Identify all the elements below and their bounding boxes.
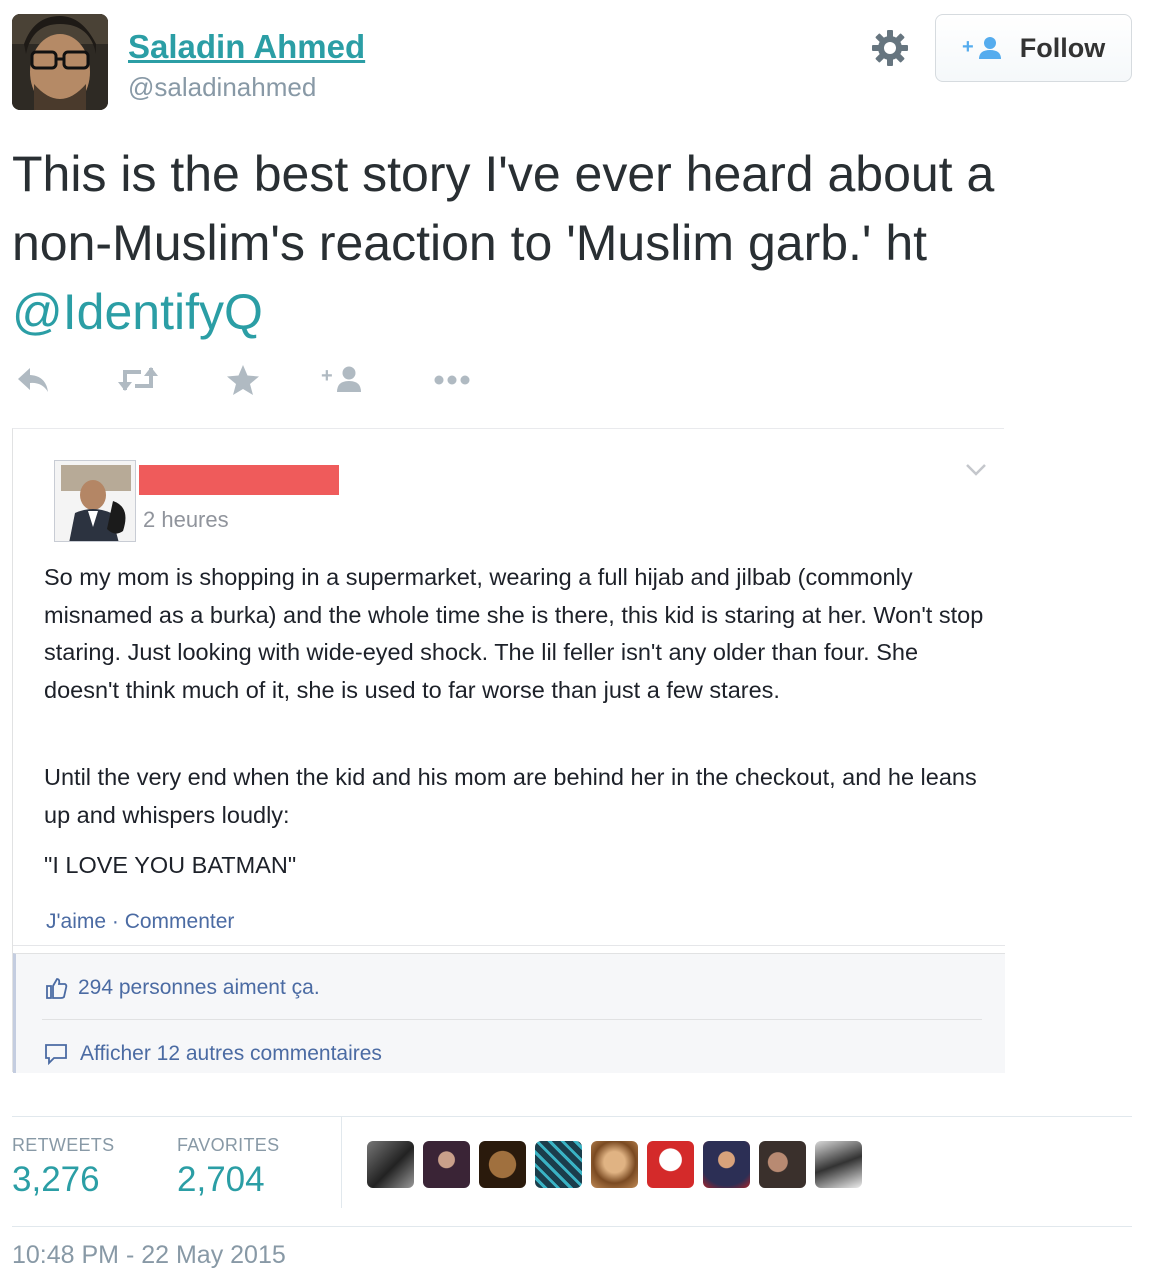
- avatar[interactable]: [591, 1141, 638, 1188]
- post-actions[interactable]: J'aime · Commenter: [46, 910, 234, 934]
- user-avatar[interactable]: [12, 14, 108, 110]
- avatar[interactable]: [647, 1141, 694, 1188]
- user-handle: @saladinahmed: [128, 72, 317, 102]
- follow-icon[interactable]: +: [321, 364, 365, 398]
- favorite-icon[interactable]: [226, 364, 260, 398]
- avatar[interactable]: [703, 1141, 750, 1188]
- more-comments-row[interactable]: Afficher 12 autres commentaires: [44, 1042, 382, 1066]
- divider: [12, 1226, 1132, 1227]
- favorited-by-avatars: [367, 1141, 862, 1188]
- tweet-text-line1: This is the best story I've ever heard a…: [12, 146, 995, 202]
- svg-text:+: +: [321, 365, 333, 387]
- post-paragraph-2: Until the very end when the kid and his …: [44, 764, 977, 828]
- chevron-down-icon[interactable]: [965, 463, 987, 477]
- avatar[interactable]: [535, 1141, 582, 1188]
- retweets-count[interactable]: 3,276: [12, 1160, 100, 1200]
- redacted-name: [139, 465, 339, 495]
- follow-icon: +: [962, 36, 1001, 59]
- embedded-image[interactable]: 2 heures So my mom is shopping in a supe…: [12, 428, 1005, 1073]
- svg-text:+: +: [962, 36, 974, 58]
- avatar[interactable]: [815, 1141, 862, 1188]
- post-time: 2 heures: [143, 507, 229, 532]
- post-footer: 294 personnes aiment ça. Afficher 12 aut…: [13, 953, 1005, 1073]
- retweets-label: RETWEETS: [12, 1135, 115, 1155]
- avatar[interactable]: [759, 1141, 806, 1188]
- avatar[interactable]: [423, 1141, 470, 1188]
- avatar[interactable]: [367, 1141, 414, 1188]
- tweet-text-line2: non-Muslim's reaction to 'Muslim garb.' …: [12, 215, 928, 271]
- display-name[interactable]: Saladin Ahmed: [128, 28, 365, 66]
- avatar[interactable]: [479, 1141, 526, 1188]
- tweet-text: This is the best story I've ever heard a…: [12, 140, 1132, 347]
- mention-link[interactable]: @IdentifyQ: [12, 284, 263, 340]
- thumbs-up-icon: [46, 978, 68, 999]
- more-icon[interactable]: [433, 364, 473, 398]
- divider: [12, 1116, 1132, 1117]
- fb-avatar: [54, 460, 136, 542]
- favorites-count[interactable]: 2,704: [177, 1160, 265, 1200]
- follow-button-label: Follow: [1019, 32, 1106, 63]
- follow-button[interactable]: + Follow: [935, 14, 1132, 82]
- likes-count: 294 personnes aiment ça.: [78, 976, 320, 999]
- divider: [13, 945, 1005, 946]
- tweet-timestamp[interactable]: 10:48 PM - 22 May 2015: [12, 1241, 286, 1270]
- reply-icon[interactable]: [16, 364, 50, 398]
- gear-icon[interactable]: [870, 28, 910, 68]
- retweet-icon[interactable]: [117, 364, 159, 398]
- likes-row[interactable]: 294 personnes aiment ça.: [44, 976, 320, 1000]
- more-comments-link: Afficher 12 autres commentaires: [80, 1042, 382, 1065]
- post-paragraph-1: So my mom is shopping in a supermarket, …: [44, 564, 984, 703]
- divider: [341, 1116, 342, 1208]
- comment-icon: [45, 1044, 67, 1065]
- favorites-label: FAVORITES: [177, 1135, 280, 1155]
- post-quote: "I LOVE YOU BATMAN": [44, 852, 297, 878]
- divider: [42, 1019, 982, 1020]
